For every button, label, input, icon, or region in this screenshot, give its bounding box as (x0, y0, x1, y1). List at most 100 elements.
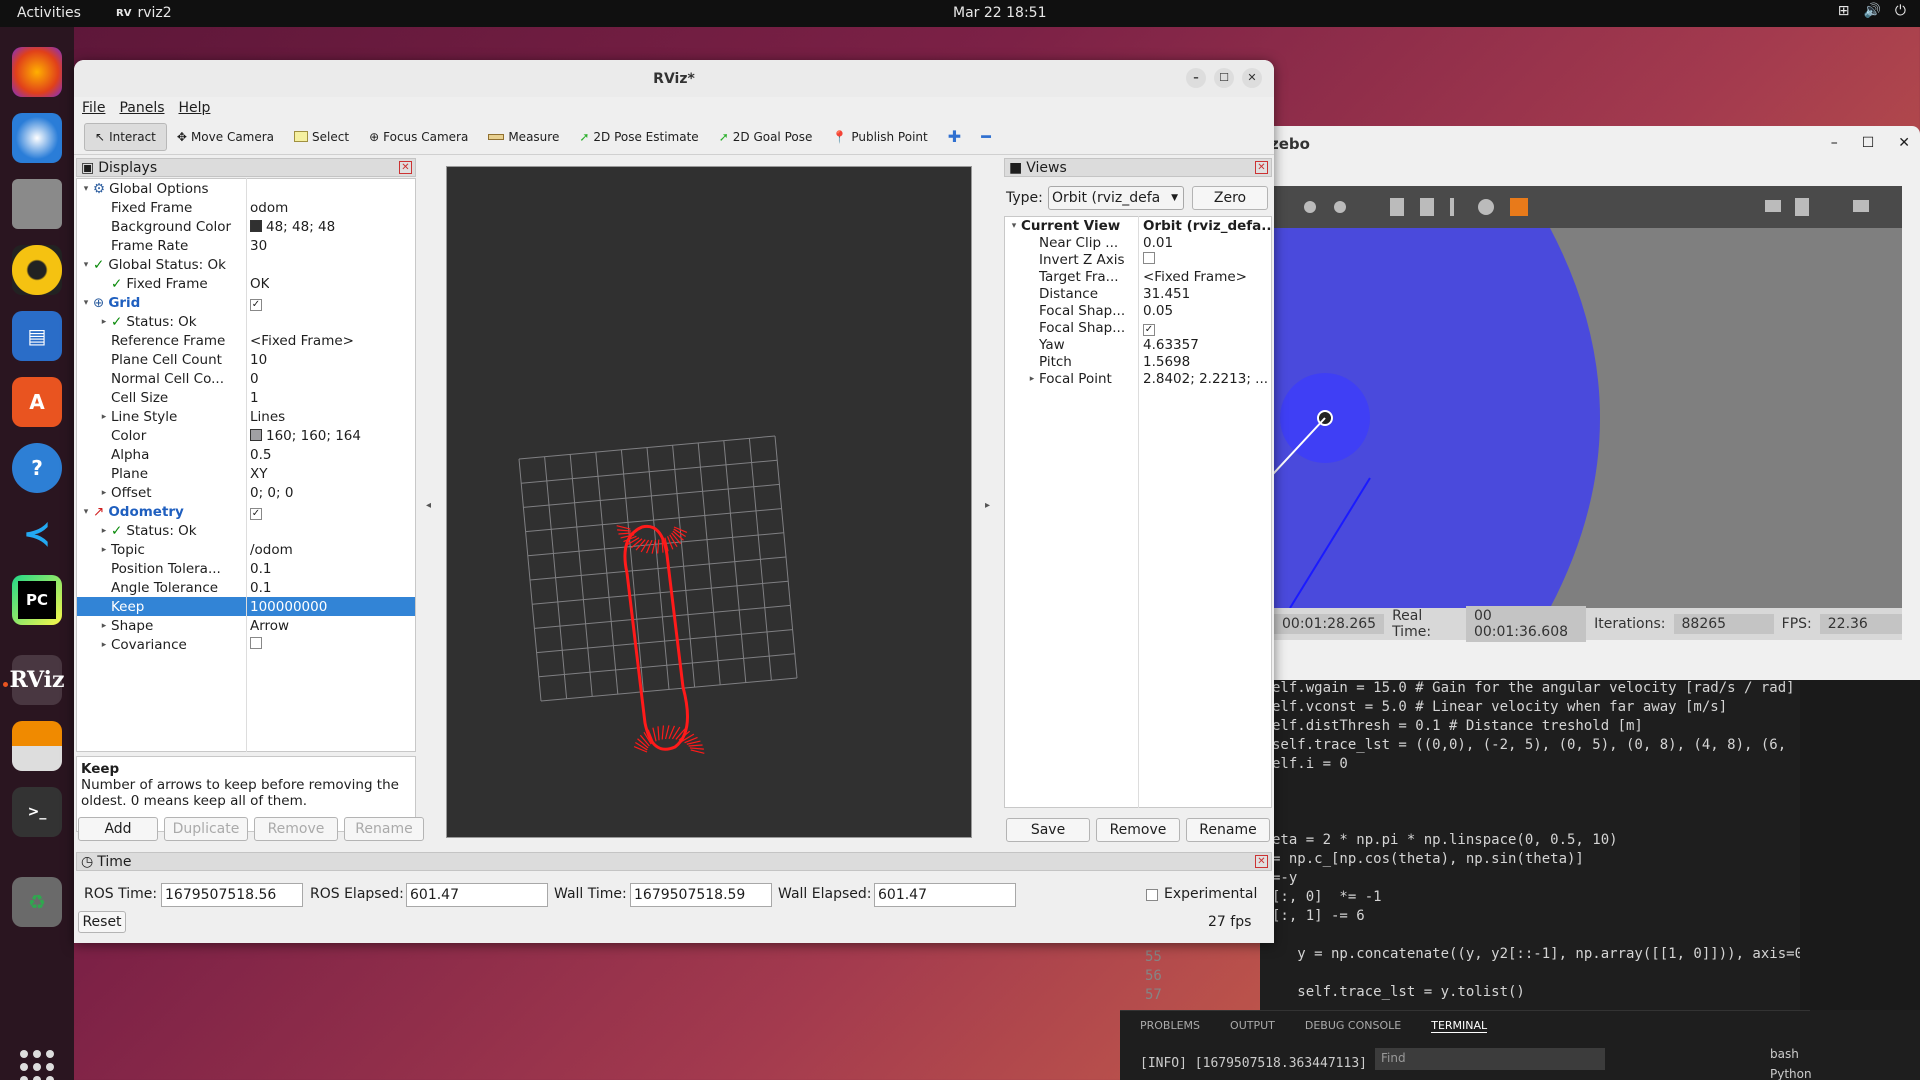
property-value[interactable]: 160; 160; 164 (250, 428, 361, 444)
pose-estimate-tool-button[interactable]: ➚ 2D Pose Estimate (569, 123, 708, 151)
firefox-icon[interactable] (12, 47, 62, 97)
view-property-value[interactable]: 4.63357 (1143, 337, 1271, 353)
expand-arrow-icon[interactable]: ▾ (79, 507, 93, 517)
property-value[interactable]: OK (250, 276, 269, 292)
terminal-item-bash[interactable]: bash (1770, 1044, 1812, 1064)
trash-icon[interactable]: ♻ (12, 877, 62, 927)
expand-arrow-icon[interactable]: ▾ (79, 184, 93, 194)
move-camera-tool-button[interactable]: ✥ Move Camera (167, 123, 284, 151)
remove-tool-button[interactable]: ━ (971, 123, 1001, 151)
minimize-icon[interactable]: – (1831, 135, 1838, 151)
expand-arrow-icon[interactable]: ▾ (1007, 221, 1021, 231)
view-property-value[interactable]: 2.8402; 2.2213; ... (1143, 371, 1271, 387)
property-value[interactable]: 100000000 (250, 599, 327, 615)
property-value[interactable]: 48; 48; 48 (250, 219, 335, 235)
view-type-select[interactable]: Orbit (rviz_defa ▼ (1048, 186, 1184, 210)
close-panel-icon[interactable]: ✕ (399, 161, 412, 174)
view-property-value[interactable]: 1.5698 (1143, 354, 1271, 370)
close-icon[interactable]: ✕ (1898, 135, 1910, 151)
property-value[interactable]: 1 (250, 390, 259, 406)
measure-tool-button[interactable]: Measure (478, 123, 569, 151)
terminal-find-input[interactable]: Find (1375, 1048, 1605, 1070)
remove-view-button[interactable]: Remove (1096, 818, 1180, 842)
close-panel-icon[interactable]: ✕ (1255, 855, 1268, 868)
menu-panels[interactable]: Panels (119, 100, 164, 116)
tab-debug-console[interactable]: DEBUG CONSOLE (1305, 1019, 1401, 1032)
property-value[interactable]: 30 (250, 238, 267, 254)
app-menu[interactable]: RV rviz2 (116, 5, 172, 21)
gazebo-window-controls[interactable]: – ☐ ✕ (1831, 135, 1910, 151)
enabled-checkbox[interactable] (250, 636, 262, 649)
code-editor[interactable]: elf.wgain = 15.0 # Gain for the angular … (1272, 680, 1812, 1010)
expand-arrow-icon[interactable]: ▸ (97, 640, 111, 650)
property-value[interactable]: 0.5 (250, 447, 271, 463)
show-apps-icon[interactable] (20, 1050, 54, 1080)
property-value[interactable]: 0; 0; 0 (250, 485, 293, 501)
view-property-value[interactable]: Orbit (rviz_defa... (1143, 218, 1271, 234)
terminal-panel[interactable]: [INFO] [1679507518.363447113] Find bash … (1120, 1040, 1920, 1080)
property-value[interactable] (250, 636, 262, 653)
minimize-icon[interactable]: – (1186, 68, 1206, 88)
reset-button[interactable]: Reset (78, 911, 126, 933)
gazebo-icon[interactable] (12, 721, 62, 771)
writer-icon[interactable]: ▤ (12, 311, 62, 361)
minimap[interactable] (1800, 680, 1920, 1010)
expand-arrow-icon[interactable]: ▸ (97, 412, 111, 422)
experimental-checkbox[interactable] (1146, 889, 1158, 901)
tab-terminal[interactable]: TERMINAL (1431, 1019, 1488, 1033)
terminal-item-python[interactable]: Python (1770, 1064, 1812, 1080)
render-view[interactable] (446, 166, 972, 838)
expand-arrow-icon[interactable]: ▾ (79, 260, 93, 270)
wall-time-field[interactable]: 1679507518.59 (630, 883, 772, 907)
menu-file[interactable]: File (82, 100, 105, 116)
interact-tool-button[interactable]: ↖ Interact (84, 122, 167, 151)
maximize-icon[interactable]: ☐ (1862, 135, 1875, 151)
tab-problems[interactable]: PROBLEMS (1140, 1019, 1200, 1032)
select-tool-button[interactable]: Select (284, 123, 359, 151)
rhythmbox-icon[interactable] (12, 245, 62, 295)
zero-button[interactable]: Zero (1192, 186, 1268, 210)
enabled-checkbox[interactable]: ✓ (250, 507, 262, 520)
view-property-value[interactable]: 0.01 (1143, 235, 1271, 251)
vscode-icon[interactable]: ≺ (12, 509, 62, 559)
property-value[interactable]: 0.1 (250, 561, 271, 577)
wall-elapsed-field[interactable]: 601.47 (874, 883, 1016, 907)
close-panel-icon[interactable]: ✕ (1255, 161, 1268, 174)
save-view-button[interactable]: Save (1006, 818, 1090, 842)
tab-output[interactable]: OUTPUT (1230, 1019, 1275, 1032)
duplicate-button[interactable]: Duplicate (164, 817, 248, 841)
focus-camera-tool-button[interactable]: ⊕ Focus Camera (359, 123, 478, 151)
option-checkbox[interactable]: ✓ (1143, 323, 1155, 336)
option-checkbox[interactable] (1143, 251, 1155, 264)
property-value[interactable]: odom (250, 200, 288, 216)
rename-view-button[interactable]: Rename (1186, 818, 1270, 842)
gazebo-3d-view[interactable] (1260, 228, 1902, 608)
view-property-value[interactable] (1143, 251, 1271, 268)
menu-help[interactable]: Help (179, 100, 211, 116)
expand-arrow-icon[interactable]: ▾ (79, 298, 93, 308)
terminal-icon[interactable]: >_ (12, 787, 62, 837)
app-center-icon[interactable]: A (12, 377, 62, 427)
close-icon[interactable]: ✕ (1242, 68, 1262, 88)
enabled-checkbox[interactable]: ✓ (250, 298, 262, 311)
remove-button[interactable]: Remove (254, 817, 338, 841)
view-property-value[interactable]: <Fixed Frame> (1143, 269, 1271, 285)
property-value[interactable]: 0.1 (250, 580, 271, 596)
property-value[interactable]: 0 (250, 371, 259, 387)
maximize-icon[interactable]: ☐ (1214, 68, 1234, 88)
expand-arrow-icon[interactable]: ▸ (1025, 374, 1039, 384)
property-value[interactable]: Lines (250, 409, 285, 425)
expand-arrow-icon[interactable]: ▸ (97, 488, 111, 498)
property-value[interactable]: /odom (250, 542, 293, 558)
thunderbird-icon[interactable] (12, 113, 62, 163)
property-value[interactable]: XY (250, 466, 268, 482)
rviz-icon[interactable]: RViz (9, 655, 65, 705)
rviz-titlebar[interactable]: RViz* – ☐ ✕ (74, 60, 1274, 97)
ros-elapsed-field[interactable]: 601.47 (406, 883, 548, 907)
help-icon[interactable]: ? (12, 443, 62, 493)
property-value[interactable]: ✓ (250, 295, 262, 311)
collapse-left-handle[interactable]: ◂ (426, 500, 431, 511)
add-tool-button[interactable]: ✚ (938, 123, 971, 151)
expand-arrow-icon[interactable]: ▸ (97, 526, 111, 536)
gazebo-toolbar-icons[interactable] (1260, 186, 1900, 228)
